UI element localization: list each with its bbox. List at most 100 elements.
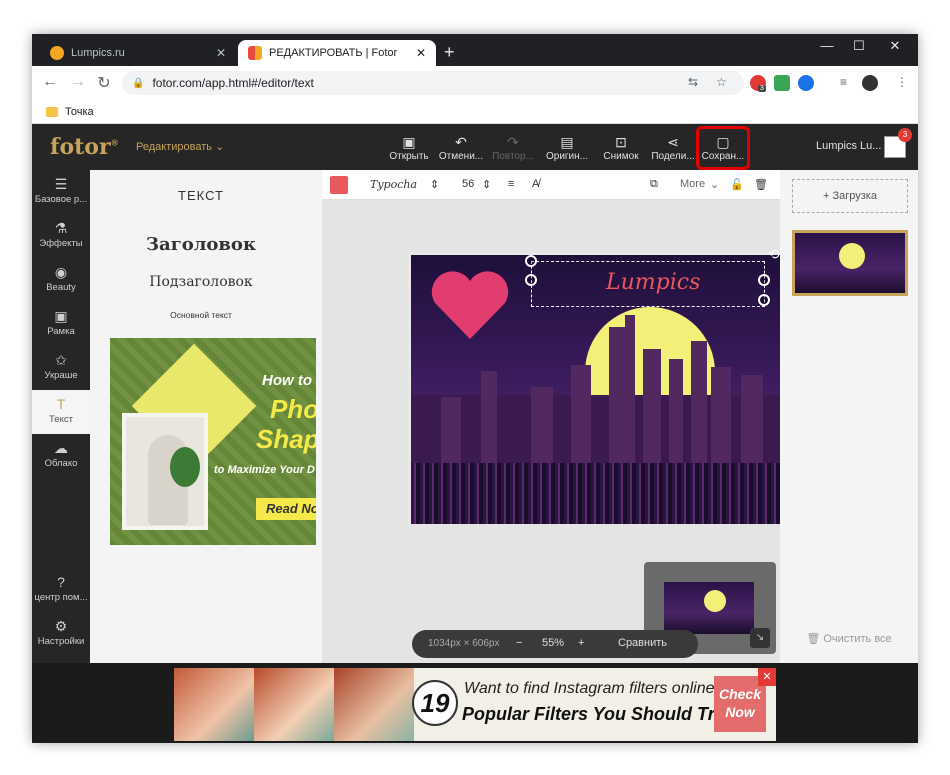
duplicate-icon[interactable]: ⧉ bbox=[650, 178, 658, 191]
chevron-down-icon: ⌄ bbox=[710, 179, 720, 191]
redo-button[interactable]: ↷ Повтор... bbox=[490, 133, 536, 162]
back-icon[interactable]: ← bbox=[40, 73, 60, 91]
sidebar-item-help[interactable]: ? центр пом... bbox=[32, 568, 90, 612]
open-image-icon: ▣ bbox=[402, 134, 416, 150]
undo-button[interactable]: ↶ Отмени... bbox=[438, 133, 484, 162]
fotor-favicon-icon bbox=[248, 46, 262, 60]
bookmark-item[interactable]: Точка bbox=[65, 106, 94, 118]
bookmark-star-icon[interactable]: ☆ bbox=[716, 75, 727, 89]
sidebar-item-effects[interactable]: ⚗ Эффекты bbox=[32, 214, 90, 258]
panel-title: ТЕКСТ bbox=[178, 188, 224, 203]
browser-toolbar: ← → ↻ 🔒 fotor.com/app.html#/editor/text … bbox=[32, 66, 918, 100]
sidebar-item-decor[interactable]: ✩ Украше bbox=[32, 346, 90, 390]
share-button[interactable]: ⋖ Подели... bbox=[650, 133, 696, 162]
minimize-icon[interactable]: — bbox=[812, 38, 842, 53]
menu-dots-icon[interactable]: ⋮ bbox=[896, 75, 908, 89]
ad-subheadline: Popular Filters You Should Try bbox=[462, 704, 725, 724]
promo-photo bbox=[122, 413, 208, 530]
sidebar-item-text[interactable]: T Текст bbox=[32, 390, 90, 434]
promo-banner[interactable]: How to Pho Shap to Maximize Your D Read … bbox=[110, 338, 316, 545]
profile-avatar[interactable] bbox=[862, 75, 878, 91]
image-thumbnail[interactable] bbox=[792, 230, 908, 296]
add-subheading[interactable]: Подзаголовок bbox=[90, 274, 312, 290]
ad-photo bbox=[174, 668, 254, 741]
add-heading[interactable]: Заголовок bbox=[90, 234, 312, 255]
more-dropdown[interactable]: More bbox=[680, 178, 705, 190]
forward-icon[interactable]: → bbox=[68, 73, 88, 91]
notification-badge[interactable]: 3 bbox=[898, 128, 912, 142]
upload-button[interactable]: + Загрузка bbox=[792, 179, 908, 213]
text-icon: T bbox=[56, 396, 66, 412]
ad-banner[interactable]: 19 Want to find Instagram filters online… bbox=[174, 668, 776, 741]
clear-all-button[interactable]: 🗑 Очистить все bbox=[780, 632, 918, 645]
reload-icon[interactable]: ↻ bbox=[94, 73, 114, 93]
text-style-icon[interactable]: A̸ bbox=[532, 178, 539, 190]
ad-close-icon[interactable]: ✕ bbox=[758, 668, 776, 686]
save-highlight-frame bbox=[696, 126, 750, 170]
sidebar-item-frame[interactable]: ▣ Рамка bbox=[32, 302, 90, 346]
user-name[interactable]: Lumpics Lu... bbox=[816, 140, 881, 152]
sidebar-item-settings[interactable]: ⚙ Настройки bbox=[32, 612, 90, 656]
tab-fotor[interactable]: РЕДАКТИРОВАТЬ | Fotor ✕ bbox=[238, 40, 436, 66]
align-icon[interactable]: ≡ bbox=[508, 178, 514, 190]
expand-icon[interactable]: ↘ bbox=[750, 628, 770, 648]
snapshot-button[interactable]: ⊡ Снимок bbox=[598, 133, 644, 162]
compare-button[interactable]: Сравнить bbox=[618, 637, 667, 649]
original-button[interactable]: ▤ Оригин... bbox=[544, 133, 590, 162]
rotate-icon[interactable]: ⟲ bbox=[768, 246, 780, 263]
zoom-in-button[interactable]: + bbox=[578, 637, 584, 649]
share-icon: ⋖ bbox=[667, 134, 679, 150]
resize-handle[interactable] bbox=[525, 274, 537, 286]
url-text: fotor.com/app.html#/editor/text bbox=[152, 76, 314, 90]
media-queue-icon[interactable]: ≡ bbox=[840, 75, 847, 89]
original-icon: ▤ bbox=[560, 134, 574, 150]
font-select[interactable]: Typocha bbox=[370, 178, 417, 191]
sidebar-item-cloud[interactable]: ☁ Облако bbox=[32, 434, 90, 478]
water-reflection bbox=[411, 463, 780, 524]
close-icon[interactable]: ✕ bbox=[216, 46, 226, 60]
address-bar[interactable]: 🔒 fotor.com/app.html#/editor/text bbox=[122, 71, 744, 95]
fotor-logo[interactable]: fotor® bbox=[50, 134, 119, 160]
sidebar-item-beauty[interactable]: ◉ Beauty bbox=[32, 258, 90, 302]
plus-icon: + bbox=[823, 190, 830, 202]
resize-handle[interactable] bbox=[758, 274, 770, 286]
tab-lumpics[interactable]: Lumpics.ru ✕ bbox=[40, 40, 236, 66]
chevron-updown-icon[interactable]: ⇕ bbox=[430, 178, 439, 191]
fotor-app: fotor® Редактировать ⌄ ▣ Открыть ↶ Отмен… bbox=[32, 124, 918, 743]
extension-check-icon[interactable] bbox=[774, 75, 790, 91]
zoom-level: 55% bbox=[542, 637, 565, 649]
sidebar-item-basic[interactable]: ☰ Базовое р... bbox=[32, 170, 90, 214]
ad-headline: Want to find Instagram filters online? bbox=[464, 680, 724, 697]
image-dimensions: 1034px × 606px bbox=[428, 638, 500, 649]
window-close-icon[interactable]: ✕ bbox=[880, 38, 910, 54]
edited-image[interactable]: ⟲ Lumpics bbox=[408, 246, 780, 524]
translate-icon[interactable]: ⇆ bbox=[688, 75, 698, 89]
font-size-value[interactable]: 56 bbox=[462, 178, 474, 190]
ad-bar: 19 Want to find Instagram filters online… bbox=[32, 663, 918, 743]
extension-globe-icon[interactable] bbox=[798, 75, 814, 91]
selected-text-box[interactable]: ⟲ Lumpics bbox=[525, 246, 780, 307]
close-icon[interactable]: ✕ bbox=[416, 46, 426, 60]
new-tab-button[interactable]: + bbox=[444, 42, 455, 63]
resize-handle[interactable] bbox=[525, 255, 537, 267]
chevron-updown-icon[interactable]: ⇕ bbox=[482, 178, 491, 191]
text-color-swatch[interactable] bbox=[330, 176, 348, 194]
help-icon: ? bbox=[57, 574, 65, 590]
undo-icon: ↶ bbox=[455, 134, 467, 150]
maximize-icon[interactable]: ☐ bbox=[844, 38, 874, 54]
left-sidebar: ☰ Базовое р... ⚗ Эффекты ◉ Beauty ▣ Рамк… bbox=[32, 170, 90, 663]
app-header: fotor® Редактировать ⌄ ▣ Открыть ↶ Отмен… bbox=[32, 124, 918, 170]
flask-icon: ⚗ bbox=[54, 220, 68, 236]
canvas-text[interactable]: Lumpics bbox=[606, 270, 700, 295]
delete-icon[interactable]: 🗑 bbox=[754, 178, 768, 191]
tab-title: Lumpics.ru bbox=[71, 47, 125, 59]
resize-handle[interactable] bbox=[758, 294, 770, 306]
open-button[interactable]: ▣ Открыть bbox=[386, 133, 432, 162]
snapshot-icon: ⊡ bbox=[615, 134, 627, 150]
read-now-button[interactable]: Read No bbox=[256, 498, 316, 520]
zoom-out-button[interactable]: − bbox=[516, 637, 522, 649]
heart-sticker[interactable] bbox=[429, 269, 511, 341]
add-body-text[interactable]: Основной текст bbox=[90, 310, 312, 320]
edit-mode-dropdown[interactable]: Редактировать ⌄ bbox=[136, 140, 224, 153]
lock-icon[interactable]: 🔓 bbox=[730, 178, 744, 191]
